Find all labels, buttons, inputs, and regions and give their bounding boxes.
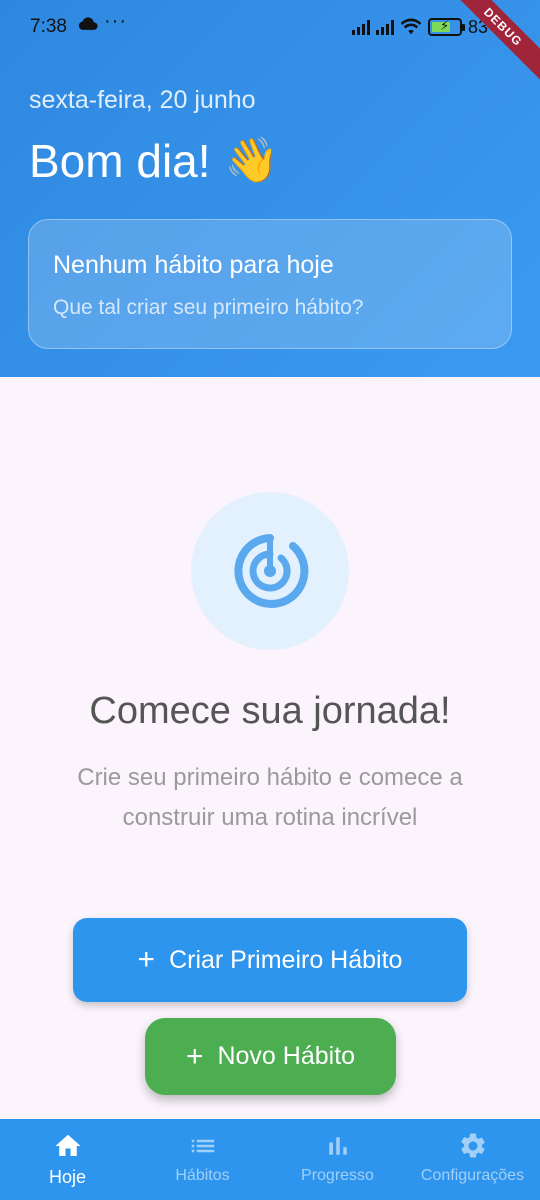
signal-icon (352, 19, 370, 35)
empty-state-title: Comece sua jornada! (89, 690, 451, 732)
empty-state-icon-container (191, 492, 349, 650)
waving-hand-icon: 👋 (224, 136, 280, 185)
debug-banner: DEBUG (442, 0, 540, 88)
greeting-text: Bom dia! (29, 135, 211, 187)
plus-icon: + (137, 943, 156, 976)
nav-label-habits: Hábitos (175, 1167, 230, 1184)
more-notifications-icon: ··· (104, 10, 127, 32)
battery-icon: ⚡ (428, 18, 465, 36)
create-first-habit-button[interactable]: + Criar Primeiro Hábito (73, 918, 467, 1002)
greeting: Bom dia! 👋 (29, 134, 279, 188)
status-time: 7:38 (30, 16, 67, 37)
nav-item-habits[interactable]: Hábitos (135, 1119, 270, 1200)
bottom-navigation: Hoje Hábitos Progresso Configurações (0, 1119, 540, 1200)
wifi-icon (400, 18, 422, 35)
empty-state-description: Crie seu primeiro hábito e comece a cons… (77, 764, 463, 831)
nav-label-progress: Progresso (301, 1167, 374, 1184)
current-date: sexta-feira, 20 junho (29, 86, 256, 114)
gear-icon (460, 1133, 485, 1158)
signal-icon-2 (376, 19, 394, 35)
new-habit-label: Novo Hábito (217, 1042, 356, 1070)
status-bar: 7:38 ··· ⚡ 83 DEBUG (0, 0, 540, 88)
summary-title: Nenhum hábito para hoje (53, 251, 334, 279)
target-icon (234, 534, 309, 608)
nav-item-today[interactable]: Hoje (0, 1119, 135, 1200)
nav-label-today: Hoje (48, 1167, 87, 1187)
nav-label-settings: Configurações (420, 1167, 525, 1184)
plus-icon: + (185, 1039, 204, 1073)
summary-subtitle: Que tal criar seu primeiro hábito? (53, 296, 364, 319)
list-icon (191, 1139, 214, 1153)
nav-item-progress[interactable]: Progresso (270, 1119, 405, 1200)
status-indicators: ⚡ 83 (352, 16, 488, 38)
new-habit-fab[interactable]: + Novo Hábito (145, 1018, 396, 1095)
header: 7:38 ··· ⚡ 83 DEBUG sexta-feira, 20 junh… (0, 0, 540, 377)
cloud-icon (78, 17, 98, 30)
bar-chart-icon (328, 1137, 347, 1155)
nav-item-settings[interactable]: Configurações (405, 1119, 540, 1200)
create-first-habit-label: Criar Primeiro Hábito (169, 945, 403, 974)
today-summary-card: Nenhum hábito para hoje Que tal criar se… (28, 219, 512, 349)
home-icon (55, 1134, 80, 1156)
